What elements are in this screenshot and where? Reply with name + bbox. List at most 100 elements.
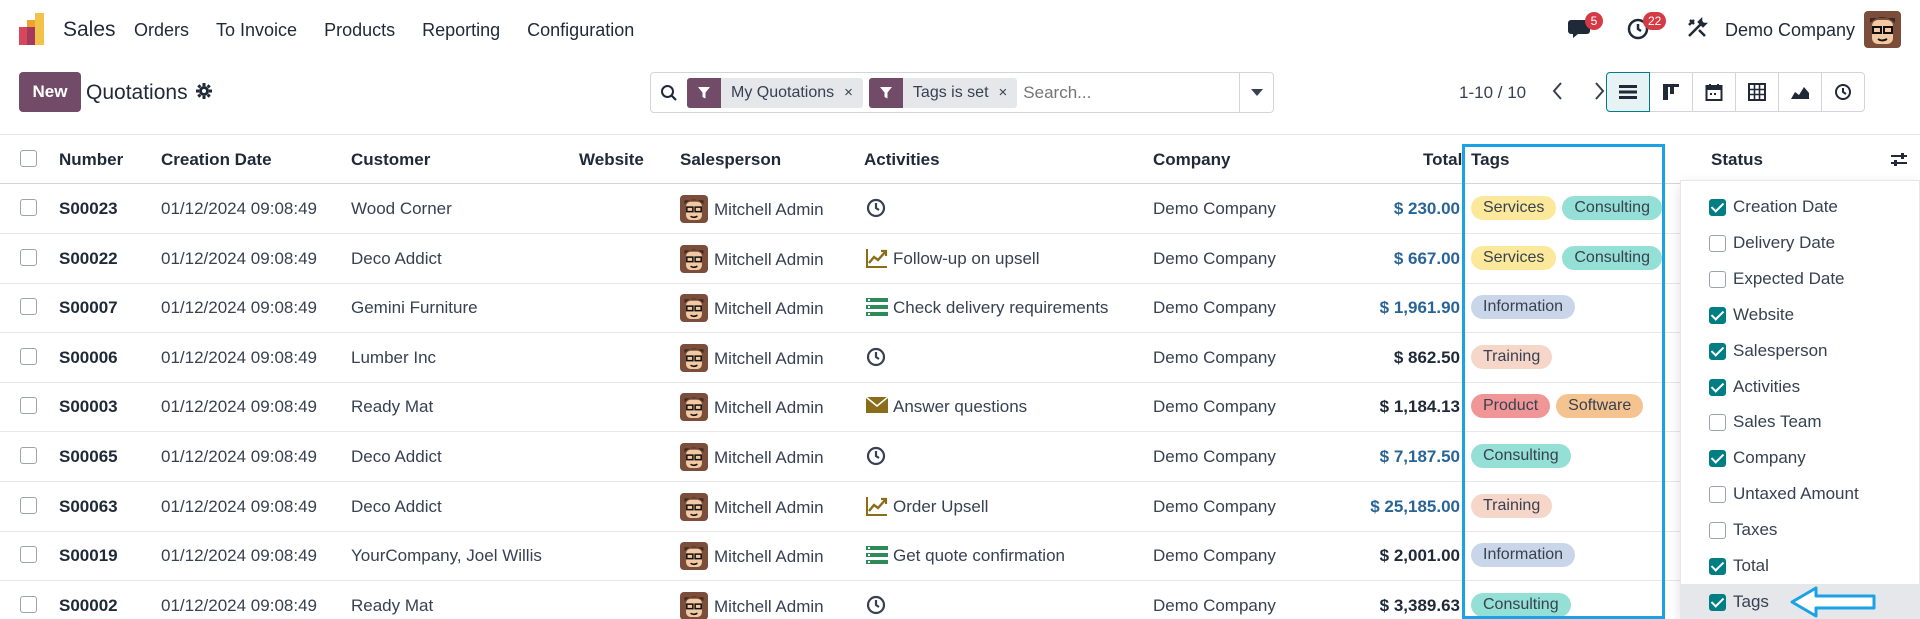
checkbox[interactable] — [1709, 558, 1726, 575]
table-row[interactable]: S00007 01/12/2024 09:08:49 Gemini Furnitur… — [0, 283, 1920, 334]
tag-badge: Consulting — [1471, 444, 1571, 468]
table-row[interactable]: S00023 01/12/2024 09:08:49 Wood Corner Mitc… — [0, 184, 1920, 234]
facet-remove-button[interactable]: × — [999, 84, 1018, 101]
clock-icon[interactable] — [865, 197, 889, 221]
optional-column-creation-date[interactable]: Creation Date — [1681, 189, 1920, 225]
tags-cell: Training — [1471, 344, 1558, 369]
row-checkbox[interactable] — [20, 248, 37, 266]
list-view-button[interactable] — [1606, 72, 1650, 112]
checkbox[interactable] — [1709, 450, 1726, 468]
optional-column-website[interactable]: Website — [1681, 297, 1920, 333]
row-checkbox[interactable] — [20, 397, 37, 415]
sales-app-logo-icon[interactable] — [19, 13, 51, 45]
checkbox[interactable] — [1709, 342, 1726, 360]
customer-name: Ready Mat — [351, 595, 434, 615]
table-row[interactable]: S00063 01/12/2024 09:08:49 Deco Addict Mitc… — [0, 482, 1920, 532]
menu-to-invoice[interactable]: To Invoice — [216, 20, 297, 41]
row-checkbox[interactable] — [20, 199, 37, 216]
column-total[interactable]: Total — [1423, 150, 1462, 170]
row-checkbox[interactable] — [20, 447, 37, 464]
optional-column-delivery-date[interactable]: Delivery Date — [1681, 225, 1920, 261]
pager-value[interactable]: 1-10 / 10 — [1459, 83, 1526, 103]
salesperson-avatar — [680, 244, 708, 273]
facet-remove-button[interactable]: × — [844, 84, 863, 101]
calendar-view-button[interactable] — [1692, 72, 1736, 112]
menu-reporting[interactable]: Reporting — [422, 20, 500, 41]
optional-column-taxes[interactable]: Taxes — [1681, 512, 1920, 548]
row-checkbox[interactable] — [20, 496, 37, 514]
optional-column-expected-date[interactable]: Expected Date — [1681, 261, 1920, 297]
search-input[interactable] — [1023, 82, 1214, 103]
activity-view-icon — [1835, 84, 1851, 100]
checkbox[interactable] — [1709, 486, 1726, 504]
row-checkbox[interactable] — [20, 595, 37, 613]
app-name[interactable]: Sales — [63, 18, 116, 42]
graph-view-button[interactable] — [1778, 72, 1822, 112]
todo-list-icon[interactable] — [865, 296, 889, 320]
table-row[interactable]: S00006 01/12/2024 09:08:49 Lumber Inc Mitch… — [0, 333, 1920, 383]
activity-summary[interactable]: Order Upsell — [893, 497, 988, 517]
optional-column-sales-team[interactable]: Sales Team — [1681, 404, 1920, 440]
company-switcher[interactable]: Demo Company — [1725, 20, 1855, 41]
checkbox[interactable] — [1709, 199, 1726, 216]
column-salesperson[interactable]: Salesperson — [680, 150, 781, 170]
table-row[interactable]: S00022 01/12/2024 09:08:49 Deco Addict Mitc… — [0, 234, 1920, 284]
clock-icon[interactable] — [865, 445, 889, 469]
table-row[interactable]: S00003 01/12/2024 09:08:49 Ready Mat Mitche… — [0, 382, 1920, 433]
clock-icon[interactable] — [865, 346, 889, 370]
activity-summary[interactable]: Answer questions — [893, 397, 1027, 417]
upsell-chart-icon[interactable] — [865, 495, 889, 519]
optional-column-activities[interactable]: Activities — [1681, 369, 1920, 405]
checkbox[interactable] — [1709, 593, 1726, 611]
row-checkbox[interactable] — [20, 546, 37, 564]
kanban-view-button[interactable] — [1649, 72, 1693, 112]
gear-icon[interactable] — [196, 83, 212, 99]
tag-badge: Software — [1556, 394, 1644, 419]
column-creation-date[interactable]: Creation Date — [161, 150, 272, 170]
tools-icon[interactable] — [1686, 17, 1708, 39]
user-avatar[interactable] — [1864, 11, 1901, 48]
checkbox[interactable] — [1709, 378, 1726, 396]
menu-configuration[interactable]: Configuration — [527, 20, 634, 41]
pager-previous-icon[interactable] — [1548, 79, 1568, 103]
checkbox[interactable] — [1709, 414, 1726, 432]
column-tags[interactable]: Tags — [1471, 150, 1509, 170]
optional-column-company[interactable]: Company — [1681, 440, 1920, 476]
column-number[interactable]: Number — [59, 150, 123, 170]
pivot-view-button[interactable] — [1735, 72, 1779, 112]
upsell-chart-icon[interactable] — [865, 247, 889, 271]
todo-list-icon[interactable] — [865, 544, 889, 568]
select-all-checkbox[interactable] — [20, 150, 37, 167]
optional-columns-toggle-icon[interactable] — [1890, 151, 1908, 169]
creation-date: 01/12/2024 09:08:49 — [161, 298, 317, 318]
column-company[interactable]: Company — [1153, 150, 1230, 170]
menu-products[interactable]: Products — [324, 20, 395, 41]
new-button[interactable]: New — [19, 72, 81, 112]
activity-summary[interactable]: Get quote confirmation — [893, 546, 1065, 566]
column-status[interactable]: Status — [1711, 150, 1763, 170]
optional-column-salesperson[interactable]: Salesperson — [1681, 333, 1920, 369]
checkbox[interactable] — [1709, 234, 1726, 252]
order-number: S00019 — [59, 546, 118, 566]
row-checkbox[interactable] — [20, 298, 37, 316]
clock-icon[interactable] — [865, 594, 889, 618]
column-customer[interactable]: Customer — [351, 150, 430, 170]
activity-summary[interactable]: Follow-up on upsell — [893, 249, 1039, 269]
checkbox[interactable] — [1709, 306, 1726, 324]
column-website[interactable]: Website — [579, 150, 644, 170]
activity-summary[interactable]: Check delivery requirements — [893, 298, 1108, 318]
activity-view-button[interactable] — [1821, 72, 1865, 112]
menu-orders[interactable]: Orders — [134, 20, 189, 41]
table-row[interactable]: S00019 01/12/2024 09:08:49 YourCompany, Jo… — [0, 531, 1920, 582]
column-activities[interactable]: Activities — [864, 150, 940, 170]
table-row[interactable]: S00065 01/12/2024 09:08:49 Deco Addict Mitc… — [0, 432, 1920, 482]
envelope-icon[interactable] — [865, 395, 889, 419]
optional-column-untaxed-amount[interactable]: Untaxed Amount — [1681, 476, 1920, 512]
facet-my-quotations: My Quotations × — [687, 77, 863, 108]
table-row[interactable]: S00002 01/12/2024 09:08:49 Ready Mat Mitche… — [0, 581, 1920, 619]
optional-column-total[interactable]: Total — [1681, 548, 1920, 584]
row-checkbox[interactable] — [20, 347, 37, 365]
checkbox[interactable] — [1709, 522, 1726, 540]
search-options-toggle[interactable] — [1239, 73, 1273, 112]
checkbox[interactable] — [1709, 270, 1726, 288]
